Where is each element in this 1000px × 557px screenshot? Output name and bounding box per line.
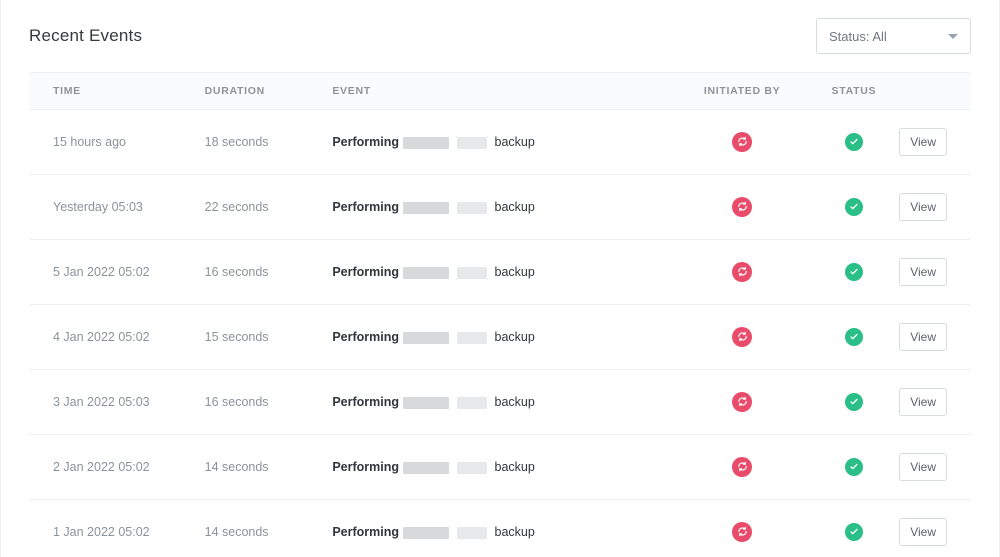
cell-event: Performing backup	[332, 330, 534, 344]
redacted-text	[403, 397, 449, 409]
redacted-text	[403, 137, 449, 149]
cell-time: 2 Jan 2022 05:02	[53, 460, 150, 474]
initiator-avatar-icon	[732, 132, 752, 152]
view-button[interactable]: View	[899, 453, 947, 481]
initiator-avatar-icon	[732, 262, 752, 282]
events-panel: Recent Events Status: All TIME DURATION …	[0, 0, 1000, 557]
cell-event: Performing backup	[332, 460, 534, 474]
view-button[interactable]: View	[899, 323, 947, 351]
view-button[interactable]: View	[899, 518, 947, 546]
view-button[interactable]: View	[899, 258, 947, 286]
redacted-text	[457, 462, 487, 474]
redacted-text	[457, 267, 487, 279]
status-filter-dropdown[interactable]: Status: All	[816, 18, 971, 54]
cell-event: Performing backup	[332, 395, 534, 409]
events-table: TIME DURATION EVENT INITIATED BY STATUS …	[29, 72, 971, 557]
cell-duration: 22 seconds	[205, 200, 269, 214]
col-header-duration: DURATION	[205, 73, 333, 110]
cell-duration: 14 seconds	[205, 460, 269, 474]
view-button[interactable]: View	[899, 388, 947, 416]
chevron-down-icon	[948, 34, 958, 39]
panel-title: Recent Events	[29, 26, 142, 46]
col-header-action	[896, 73, 971, 110]
view-button[interactable]: View	[899, 193, 947, 221]
redacted-text	[457, 332, 487, 344]
panel-header: Recent Events Status: All	[29, 0, 971, 72]
redacted-text	[403, 462, 449, 474]
table-row: Yesterday 05:03 22 seconds Performing back…	[29, 175, 971, 240]
status-success-icon	[845, 393, 863, 411]
status-success-icon	[845, 458, 863, 476]
cell-duration: 16 seconds	[205, 265, 269, 279]
cell-time: 1 Jan 2022 05:02	[53, 525, 150, 539]
cell-duration: 14 seconds	[205, 525, 269, 539]
col-header-status: STATUS	[811, 73, 896, 110]
cell-time: 4 Jan 2022 05:02	[53, 330, 150, 344]
table-row: 15 hours ago 18 seconds Performing backup V…	[29, 110, 971, 175]
table-row: 2 Jan 2022 05:02 14 seconds Performing bac…	[29, 435, 971, 500]
col-header-initiated: INITIATED BY	[673, 73, 811, 110]
initiator-avatar-icon	[732, 392, 752, 412]
redacted-text	[457, 397, 487, 409]
status-success-icon	[845, 198, 863, 216]
redacted-text	[457, 137, 487, 149]
status-success-icon	[845, 523, 863, 541]
table-row: 4 Jan 2022 05:02 15 seconds Performing bac…	[29, 305, 971, 370]
cell-event: Performing backup	[332, 135, 534, 149]
view-button[interactable]: View	[899, 128, 947, 156]
col-header-time: TIME	[29, 73, 205, 110]
cell-event: Performing backup	[332, 265, 534, 279]
cell-duration: 15 seconds	[205, 330, 269, 344]
cell-time: 5 Jan 2022 05:02	[53, 265, 150, 279]
status-filter-label: Status: All	[829, 29, 887, 44]
redacted-text	[403, 527, 449, 539]
redacted-text	[457, 202, 487, 214]
initiator-avatar-icon	[732, 327, 752, 347]
cell-time: 15 hours ago	[53, 135, 126, 149]
redacted-text	[457, 527, 487, 539]
initiator-avatar-icon	[732, 522, 752, 542]
cell-duration: 16 seconds	[205, 395, 269, 409]
redacted-text	[403, 202, 449, 214]
initiator-avatar-icon	[732, 457, 752, 477]
cell-duration: 18 seconds	[205, 135, 269, 149]
cell-time: Yesterday 05:03	[53, 200, 143, 214]
cell-time: 3 Jan 2022 05:03	[53, 395, 150, 409]
redacted-text	[403, 267, 449, 279]
table-row: 5 Jan 2022 05:02 16 seconds Performing bac…	[29, 240, 971, 305]
cell-event: Performing backup	[332, 525, 534, 539]
status-success-icon	[845, 263, 863, 281]
table-header-row: TIME DURATION EVENT INITIATED BY STATUS	[29, 73, 971, 110]
col-header-event: EVENT	[332, 73, 673, 110]
table-row: 1 Jan 2022 05:02 14 seconds Performing bac…	[29, 500, 971, 557]
status-success-icon	[845, 328, 863, 346]
initiator-avatar-icon	[732, 197, 752, 217]
status-success-icon	[845, 133, 863, 151]
table-row: 3 Jan 2022 05:03 16 seconds Performing bac…	[29, 370, 971, 435]
redacted-text	[403, 332, 449, 344]
cell-event: Performing backup	[332, 200, 534, 214]
